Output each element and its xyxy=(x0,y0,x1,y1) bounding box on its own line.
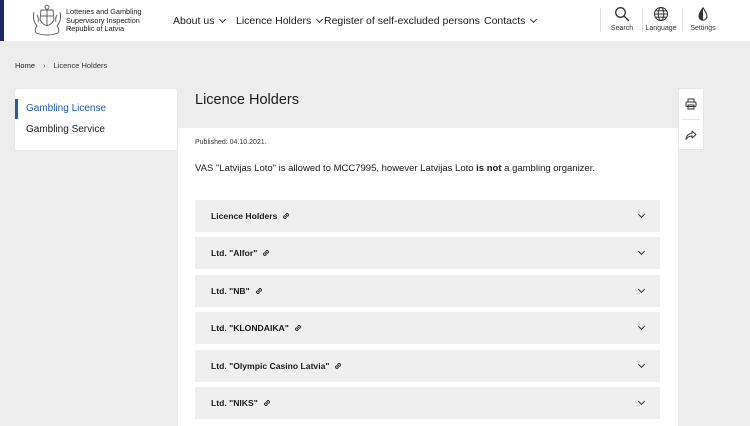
sidebar-item-label: Gambling Service xyxy=(26,124,105,135)
accordion-title: Ltd. "Alfor" xyxy=(211,237,271,269)
language-button[interactable]: Language xyxy=(641,6,681,36)
intro-text-part: a gambling organizer. xyxy=(501,163,595,174)
sidebar-item-gambling-service[interactable]: Gambling Service xyxy=(15,120,177,140)
chevron-down-icon xyxy=(316,15,324,23)
chevron-down-icon xyxy=(637,210,646,219)
accordion-title-text: Ltd. "Alfor" xyxy=(211,248,258,258)
page-title: Licence Holders xyxy=(195,92,299,108)
intro-text: VAS "Latvijas Loto" is allowed to MCC799… xyxy=(195,163,595,174)
breadcrumb-current: Licence Holders xyxy=(53,61,108,70)
accordion-title-text: Licence Holders xyxy=(211,211,278,221)
org-line-3: Republic of Latvia xyxy=(66,24,125,34)
chevron-down-icon xyxy=(637,285,646,294)
accordion-title: Ltd. "Olympic Casino Latvia" xyxy=(211,350,343,382)
nav-about-us-label: About us xyxy=(173,14,215,27)
nav-about-us[interactable]: About us xyxy=(173,0,227,41)
language-label: Language xyxy=(645,25,677,32)
contrast-drop-icon xyxy=(698,6,708,21)
sidebar: Gambling License Gambling Service xyxy=(15,89,177,150)
accordion-licence-holders[interactable]: Licence Holders xyxy=(195,200,660,232)
nav-licence-holders[interactable]: Licence Holders xyxy=(236,0,324,41)
accordion-title-text: Ltd. "KLONDAIKA" xyxy=(211,323,289,333)
accordion-niks[interactable]: Ltd. "NIKS" xyxy=(195,387,660,419)
link-icon[interactable] xyxy=(293,323,303,333)
accordion-title-text: Ltd. "NIKS" xyxy=(211,398,258,408)
chevron-down-icon xyxy=(637,397,646,406)
link-icon[interactable] xyxy=(333,361,343,371)
accordion-alfor[interactable]: Ltd. "Alfor" xyxy=(195,237,660,269)
accordion-klondaika[interactable]: Ltd. "KLONDAIKA" xyxy=(195,312,660,344)
accordion-title: Licence Holders xyxy=(211,200,291,232)
nav-register-label: Register of self-excluded persons xyxy=(324,14,480,27)
nav-register-self-excluded[interactable]: Register of self-excluded persons xyxy=(324,0,480,41)
settings-button[interactable]: Settings xyxy=(683,6,723,36)
globe-icon xyxy=(654,7,668,21)
chevron-down-icon xyxy=(530,15,538,23)
print-button[interactable] xyxy=(679,89,703,119)
search-label: Search xyxy=(610,25,634,32)
header-divider xyxy=(600,8,601,32)
intro-text-part: VAS "Latvijas Loto" is allowed to MCC799… xyxy=(195,163,477,174)
accordion-title: Ltd. "NB" xyxy=(211,275,264,307)
site-header: Lotteries and Gambling Supervisory Inspe… xyxy=(0,0,750,41)
intro-text-emphasis: is not xyxy=(476,163,502,174)
accordion-nb[interactable]: Ltd. "NB" xyxy=(195,275,660,307)
accordion-olympic-casino-latvia[interactable]: Ltd. "Olympic Casino Latvia" xyxy=(195,350,660,382)
accordion-title: Ltd. "KLONDAIKA" xyxy=(211,312,303,344)
published-date: Published: 04.10.2021. xyxy=(195,139,267,146)
link-icon[interactable] xyxy=(281,211,291,221)
print-icon xyxy=(685,98,697,110)
chevron-down-icon xyxy=(637,322,646,331)
link-icon[interactable] xyxy=(254,286,264,296)
link-icon[interactable] xyxy=(262,398,272,408)
breadcrumb-home[interactable]: Home xyxy=(15,61,35,70)
accordion-title-text: Ltd. "NB" xyxy=(211,286,250,296)
chevron-down-icon xyxy=(637,247,646,256)
nav-licence-holders-label: Licence Holders xyxy=(236,14,312,27)
chevron-down-icon xyxy=(219,15,227,23)
nav-contacts-label: Contacts xyxy=(484,14,526,27)
settings-label: Settings xyxy=(690,25,716,32)
coat-of-arms-logo[interactable] xyxy=(30,4,64,37)
sidebar-item-gambling-license[interactable]: Gambling License xyxy=(15,99,177,119)
nav-contacts[interactable]: Contacts xyxy=(484,0,538,41)
breadcrumb: Home › Licence Holders xyxy=(15,61,107,70)
accordion-title-text: Ltd. "Olympic Casino Latvia" xyxy=(211,361,330,371)
organization-name[interactable]: Lotteries and Gambling Supervisory Inspe… xyxy=(66,7,141,34)
page-tools xyxy=(678,88,704,150)
sidebar-item-label: Gambling License xyxy=(26,103,107,114)
link-icon[interactable] xyxy=(261,248,271,258)
share-icon xyxy=(685,130,697,140)
search-button[interactable]: Search xyxy=(602,6,642,36)
breadcrumb-separator: › xyxy=(43,61,46,70)
search-icon xyxy=(615,7,630,22)
share-button[interactable] xyxy=(679,120,703,150)
chevron-down-icon xyxy=(637,360,646,369)
accordion-title: Ltd. "NIKS" xyxy=(211,387,272,419)
